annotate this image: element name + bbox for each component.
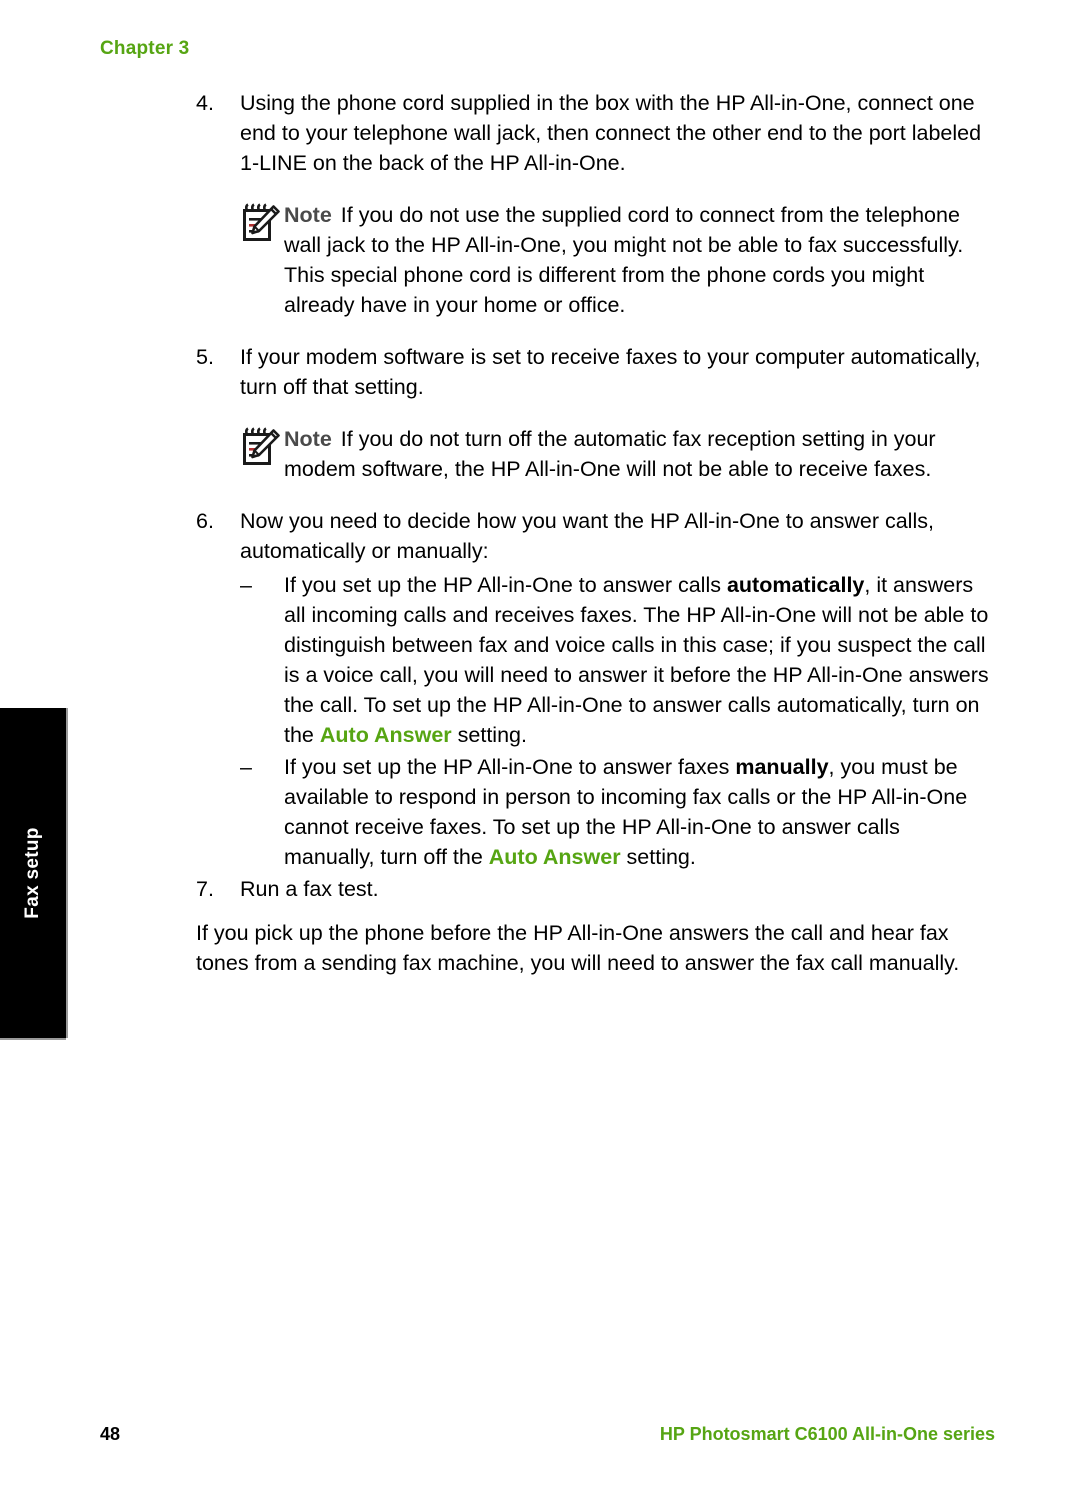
side-tab-fax-setup: Fax setup <box>0 708 66 1038</box>
sub-item-text-part2: , it answers all incoming calls and rece… <box>284 573 989 747</box>
page-footer: 48 HP Photosmart C6100 All-in-One series <box>100 1424 995 1445</box>
note-text-block: Note If you do not use the supplied cord … <box>284 200 996 320</box>
content-column: 4. Using the phone cord supplied in the … <box>196 88 996 978</box>
document-page: Chapter 3 Fax setup 4. Using the phone c… <box>0 0 1080 1495</box>
ui-term-auto-answer: Auto Answer <box>488 845 621 869</box>
sub-item-text-part1: If you set up the HP All-in-One to answe… <box>284 573 727 597</box>
step-number: 5. <box>196 345 214 369</box>
footer-page-number: 48 <box>100 1424 121 1444</box>
step-text: If your modem software is set to receive… <box>240 345 981 399</box>
note-callout: Note If you do not use the supplied cord … <box>240 200 996 320</box>
note-text: If you do not turn off the automatic fax… <box>284 427 936 481</box>
note-text: If you do not use the supplied cord to c… <box>284 203 964 317</box>
side-tab-label: Fax setup <box>22 827 43 919</box>
step-number: 4. <box>196 91 214 115</box>
step-item: 4. Using the phone cord supplied in the … <box>196 88 996 178</box>
step-text: Using the phone cord supplied in the box… <box>240 91 982 175</box>
sub-item-text-part3: setting. <box>620 845 696 869</box>
step-item: 5. If your modem software is set to rece… <box>196 342 996 402</box>
sub-item-text: If you set up the HP All-in-One to answe… <box>284 570 996 750</box>
sub-item: – If you set up the HP All-in-One to ans… <box>240 570 996 750</box>
step-number: 6. <box>196 509 214 533</box>
step-item: 7. Run a fax test. <box>196 874 996 904</box>
note-text-block: Note If you do not turn off the automatic… <box>284 424 996 484</box>
sub-item-emphasis: manually <box>735 755 829 779</box>
sub-item-text-part1: If you set up the HP All-in-One to answe… <box>284 755 736 779</box>
sub-item-emphasis: automatically <box>726 573 865 597</box>
footer-product-name: HP Photosmart C6100 All-in-One series <box>659 1424 995 1444</box>
chapter-header: Chapter 3 <box>100 38 190 59</box>
step-item: 6. Now you need to decide how you want t… <box>196 506 996 566</box>
note-callout: Note If you do not turn off the automatic… <box>240 424 996 484</box>
sub-item-text: If you set up the HP All-in-One to answe… <box>284 752 996 872</box>
ui-term-auto-answer: Auto Answer <box>319 723 452 747</box>
sub-item-text-part3: setting. <box>451 723 527 747</box>
step-text: Now you need to decide how you want the … <box>240 509 934 563</box>
step-text: Run a fax test. <box>240 877 379 901</box>
note-label: Note <box>284 203 332 227</box>
note-pencil-icon <box>240 200 284 244</box>
step-number: 7. <box>196 877 214 901</box>
note-pencil-icon <box>240 424 284 468</box>
sub-item-dash: – <box>240 573 252 597</box>
sub-item-dash: – <box>240 755 252 779</box>
sub-item: – If you set up the HP All-in-One to ans… <box>240 752 996 872</box>
note-label: Note <box>284 427 332 451</box>
closing-paragraph: If you pick up the phone before the HP A… <box>196 921 960 975</box>
